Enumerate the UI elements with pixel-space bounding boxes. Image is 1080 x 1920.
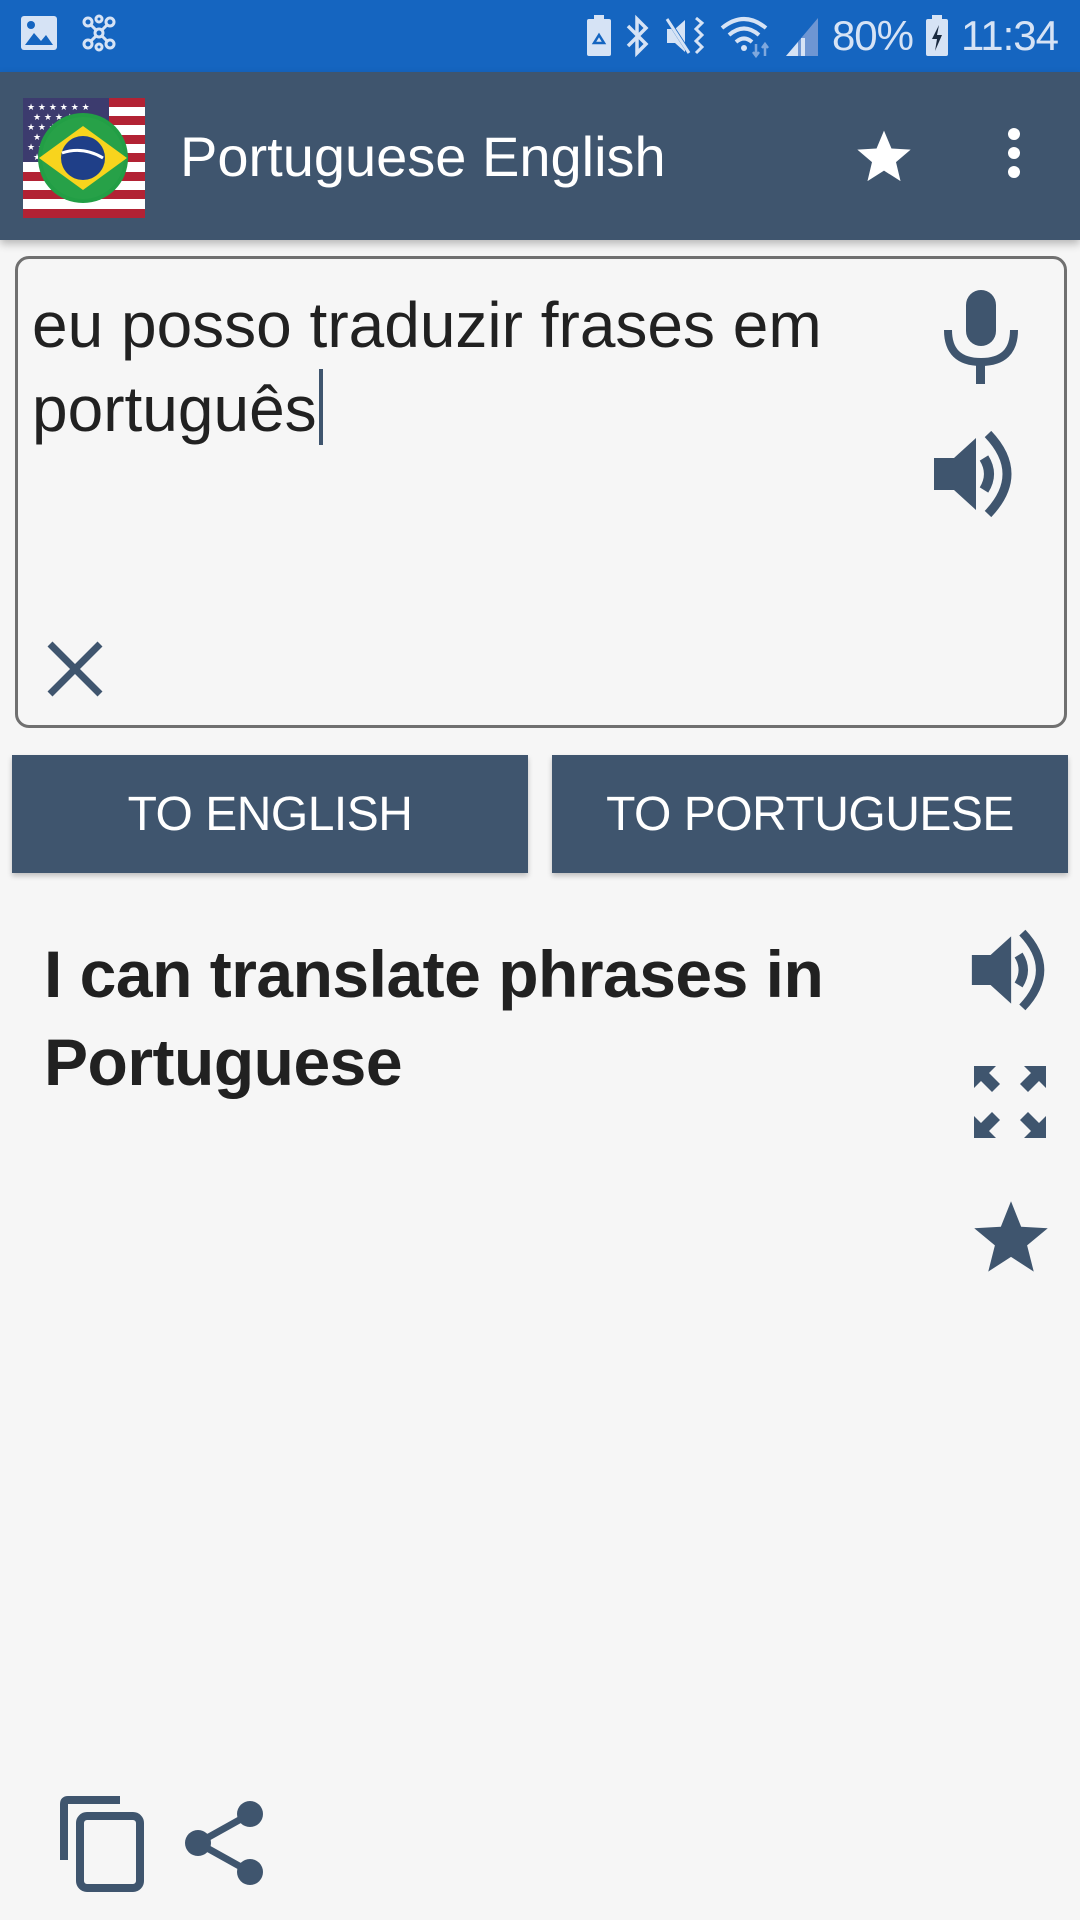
source-speaker-icon[interactable] bbox=[932, 430, 1024, 518]
network-hub-icon bbox=[80, 14, 118, 52]
to-portuguese-button[interactable]: TO PORTUGUESE bbox=[552, 755, 1068, 873]
favorites-star-icon[interactable] bbox=[852, 124, 916, 188]
text-caret bbox=[318, 369, 323, 445]
wifi-icon bbox=[720, 14, 772, 58]
clear-icon[interactable] bbox=[40, 634, 110, 704]
app-bar: ★ ★ ★ ★ ★ ★ ★ ★ ★ ★ ★ ★ ★ ★ ★ ★ ★ ★ ★ ★ … bbox=[0, 72, 1080, 240]
source-text-value: eu posso traduzir frases em português bbox=[32, 289, 822, 445]
translation-output: I can translate phrases in Portuguese bbox=[44, 937, 824, 1099]
signal-icon bbox=[784, 14, 820, 58]
overflow-menu-icon[interactable] bbox=[990, 124, 1038, 188]
us-brazil-flag-logo: ★ ★ ★ ★ ★ ★ ★ ★ ★ ★ ★ ★ ★ ★ ★ ★ ★ ★ ★ ★ … bbox=[23, 98, 145, 218]
battery-saver-icon bbox=[586, 15, 612, 57]
battery-percent: 80% bbox=[831, 12, 914, 59]
app-title: Portuguese English bbox=[180, 125, 666, 188]
fullscreen-icon[interactable] bbox=[972, 1064, 1048, 1140]
clock: 11:34 bbox=[961, 12, 1059, 59]
svg-text:★ ★ ★ ★ ★ ★: ★ ★ ★ ★ ★ ★ bbox=[27, 103, 90, 113]
favorite-star-icon[interactable] bbox=[968, 1196, 1054, 1280]
vibrate-mute-icon bbox=[664, 14, 708, 58]
source-text[interactable]: eu posso traduzir frases em português bbox=[32, 283, 892, 451]
source-text-input[interactable]: eu posso traduzir frases em português bbox=[15, 256, 1067, 728]
battery-charging-icon bbox=[925, 15, 949, 57]
gallery-icon bbox=[20, 15, 58, 51]
output-speaker-icon[interactable] bbox=[970, 928, 1056, 1012]
bluetooth-icon bbox=[624, 14, 652, 58]
copy-icon[interactable] bbox=[60, 1796, 146, 1892]
to-english-button[interactable]: TO ENGLISH bbox=[12, 755, 528, 873]
status-bar: 80% 11:34 bbox=[0, 0, 1080, 72]
microphone-icon[interactable] bbox=[930, 290, 1034, 386]
share-icon[interactable] bbox=[184, 1800, 266, 1886]
